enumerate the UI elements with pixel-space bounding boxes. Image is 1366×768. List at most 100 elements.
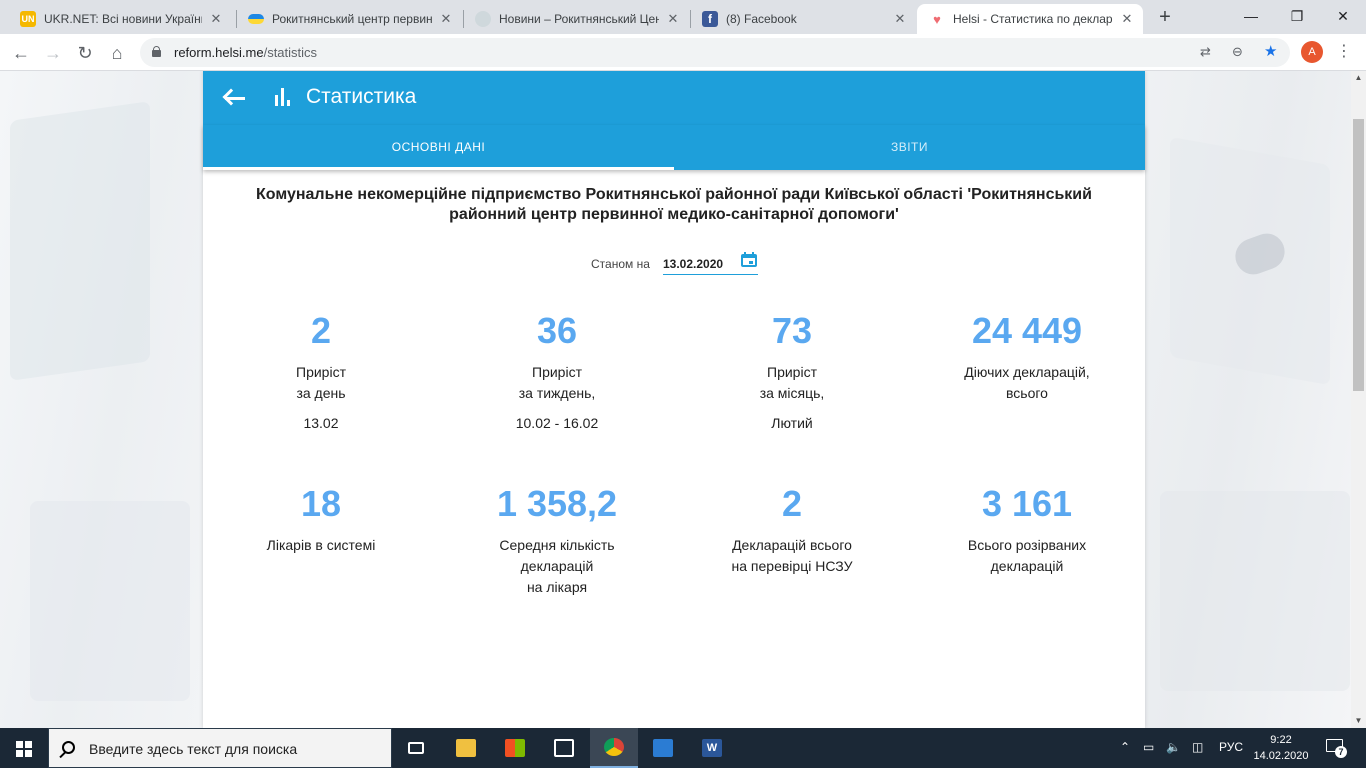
battery-icon[interactable]: ▭ <box>1143 740 1154 754</box>
home-button[interactable]: ⌂ <box>104 40 130 66</box>
new-tab-button[interactable]: + <box>1153 5 1177 29</box>
stat-period: 10.02 - 16.02 <box>515 415 599 431</box>
volume-icon[interactable]: 🔈 <box>1166 740 1181 754</box>
stat-label: Всього розірваних декларацій <box>967 537 1087 574</box>
notification-center-icon[interactable]: 7 <box>1326 739 1347 758</box>
tab-label: ОСНОВНІ ДАНІ <box>391 140 486 154</box>
stat-active-declarations: 24 449 Діючих декларацій, всього <box>917 311 1137 404</box>
file-explorer-icon[interactable] <box>442 728 490 768</box>
tab-title: UKR.NET: Всі новини України, <box>44 12 202 26</box>
stat-period: Лютий <box>771 415 813 431</box>
back-button[interactable]: ← <box>8 40 34 66</box>
date-label: Станом на <box>591 257 650 271</box>
address-bar[interactable]: reform.helsi.me/statistics ⇄ ⊖ ★ <box>140 38 1290 67</box>
stat-period: 13.02 <box>303 415 339 431</box>
browser-tab-facebook[interactable]: f (8) Facebook ✕ <box>690 4 916 34</box>
browser-toolbar: ← → ↻ ⌂ reform.helsi.me/statistics ⇄ ⊖ ★… <box>0 34 1366 71</box>
stat-value: 73 <box>771 310 813 351</box>
language-indicator[interactable]: РУС <box>1219 740 1243 754</box>
helsi-favicon: ♥ <box>929 11 945 27</box>
browser-tab-strip: UN UKR.NET: Всі новини України, ✕ Рокитн… <box>0 0 1366 34</box>
back-arrow-icon[interactable] <box>221 85 249 111</box>
task-view-icon[interactable] <box>392 728 440 768</box>
close-tab-icon[interactable]: ✕ <box>208 11 224 27</box>
stat-value: 1 358,2 <box>496 483 618 524</box>
tab-title: (8) Facebook <box>726 12 797 26</box>
maximize-button[interactable]: ❐ <box>1274 0 1320 32</box>
bar-chart-icon <box>275 88 291 106</box>
tab-label: ЗВІТИ <box>890 140 929 154</box>
search-icon <box>62 741 75 754</box>
stat-label: Декларацій всього на перевірці НСЗУ <box>731 537 853 574</box>
scroll-up-arrow-icon[interactable]: ▲ <box>1351 71 1366 85</box>
taskbar-search-box[interactable]: Введите здесь текст для поиска <box>48 728 392 768</box>
close-tab-icon[interactable]: ✕ <box>438 11 454 27</box>
browser-menu-icon[interactable]: ⋮ <box>1334 42 1354 62</box>
windows-start-icon[interactable] <box>16 741 32 757</box>
active-tab-indicator <box>203 167 674 170</box>
stat-label: Середня кількість декларацій на лікаря <box>499 537 615 595</box>
organization-name: Комунальне некомерційне підприємство Рок… <box>256 186 1092 223</box>
windows-taskbar: Введите здесь текст для поиска W ⌃ ▭ 🔈 ◫… <box>0 728 1366 768</box>
stat-value: 36 <box>536 310 578 351</box>
background-decoration <box>10 101 150 381</box>
statistics-card: Статистика ОСНОВНІ ДАНІ ЗВІТИ Комунальне… <box>203 71 1145 728</box>
facebook-favicon: f <box>702 11 718 27</box>
browser-tab-rokytne-center[interactable]: Рокитнянський центр первинн ✕ <box>236 4 462 34</box>
tab-title: Рокитнянський центр первинн <box>272 12 432 26</box>
calendar-icon[interactable] <box>741 252 757 267</box>
date-input[interactable]: 13.02.2020 <box>663 252 758 275</box>
app-window-icon[interactable] <box>639 728 687 768</box>
bookmark-star-icon[interactable]: ★ <box>1264 42 1277 60</box>
browser-tab-news[interactable]: Новини – Рокитнянський Цент ✕ <box>463 4 689 34</box>
tab-reports[interactable]: ЗВІТИ <box>674 125 1145 170</box>
profile-avatar[interactable]: A <box>1301 41 1323 63</box>
stat-label: Приріст за тиждень, <box>518 364 596 401</box>
tray-overflow-icon[interactable]: ⌃ <box>1120 740 1130 754</box>
taskbar-clock[interactable]: 9:22 14.02.2020 <box>1248 732 1314 764</box>
stat-value: 18 <box>300 483 342 524</box>
stat-value: 2 <box>310 310 332 351</box>
stat-doctors: 18 Лікарів в системі <box>211 484 431 556</box>
network-icon[interactable]: ◫ <box>1192 740 1203 754</box>
stat-label: Діючих декларацій, всього <box>964 364 1090 401</box>
url-text[interactable]: reform.helsi.me/statistics <box>174 45 317 60</box>
background-decoration <box>1160 491 1350 691</box>
close-tab-icon[interactable]: ✕ <box>1119 11 1135 27</box>
word-icon[interactable]: W <box>688 728 736 768</box>
ukrnet-favicon: UN <box>20 11 36 27</box>
tab-title: Helsi - Статистика по декларац <box>953 12 1113 26</box>
background-decoration <box>30 501 190 701</box>
browser-tab-ukrnet[interactable]: UN UKR.NET: Всі новини України, ✕ <box>8 4 232 34</box>
lock-icon[interactable] <box>152 46 161 57</box>
stat-under-review: 2 Декларацій всього на перевірці НСЗУ <box>682 484 902 577</box>
stat-label: Приріст за місяць, <box>759 364 825 401</box>
zoom-icon[interactable]: ⊖ <box>1232 44 1243 60</box>
stat-terminated: 3 161 Всього розірваних декларацій <box>917 484 1137 577</box>
chrome-icon[interactable] <box>590 728 638 768</box>
scroll-thumb[interactable] <box>1353 119 1364 391</box>
tab-title: Новини – Рокитнянський Цент <box>499 12 659 26</box>
search-placeholder: Введите здесь текст для поиска <box>89 741 298 757</box>
store-icon[interactable] <box>491 728 539 768</box>
scroll-down-arrow-icon[interactable]: ▼ <box>1351 714 1366 728</box>
stat-label: Лікарів в системі <box>266 537 376 553</box>
globe-favicon <box>475 11 491 27</box>
stat-weekly-growth: 36 Приріст за тиждень, 10.02 - 16.02 <box>447 311 667 434</box>
translate-icon[interactable]: ⇄ <box>1200 44 1211 60</box>
stat-value: 3 161 <box>981 483 1073 524</box>
mail-icon[interactable] <box>540 728 588 768</box>
forward-button[interactable]: → <box>40 40 66 66</box>
ukraine-flag-favicon <box>248 14 264 24</box>
close-tab-icon[interactable]: ✕ <box>665 11 681 27</box>
minimize-button[interactable]: — <box>1228 0 1274 32</box>
close-window-button[interactable]: ✕ <box>1320 0 1366 32</box>
page-title: Статистика <box>306 85 417 108</box>
stat-value: 24 449 <box>971 310 1083 351</box>
reload-button[interactable]: ↻ <box>72 40 98 66</box>
page-scrollbar[interactable]: ▲ ▼ <box>1351 71 1366 728</box>
close-tab-icon[interactable]: ✕ <box>892 11 908 27</box>
tab-main-data[interactable]: ОСНОВНІ ДАНІ <box>203 125 674 170</box>
browser-tab-helsi[interactable]: ♥ Helsi - Статистика по декларац ✕ <box>917 4 1143 34</box>
date-value: 13.02.2020 <box>663 257 724 271</box>
